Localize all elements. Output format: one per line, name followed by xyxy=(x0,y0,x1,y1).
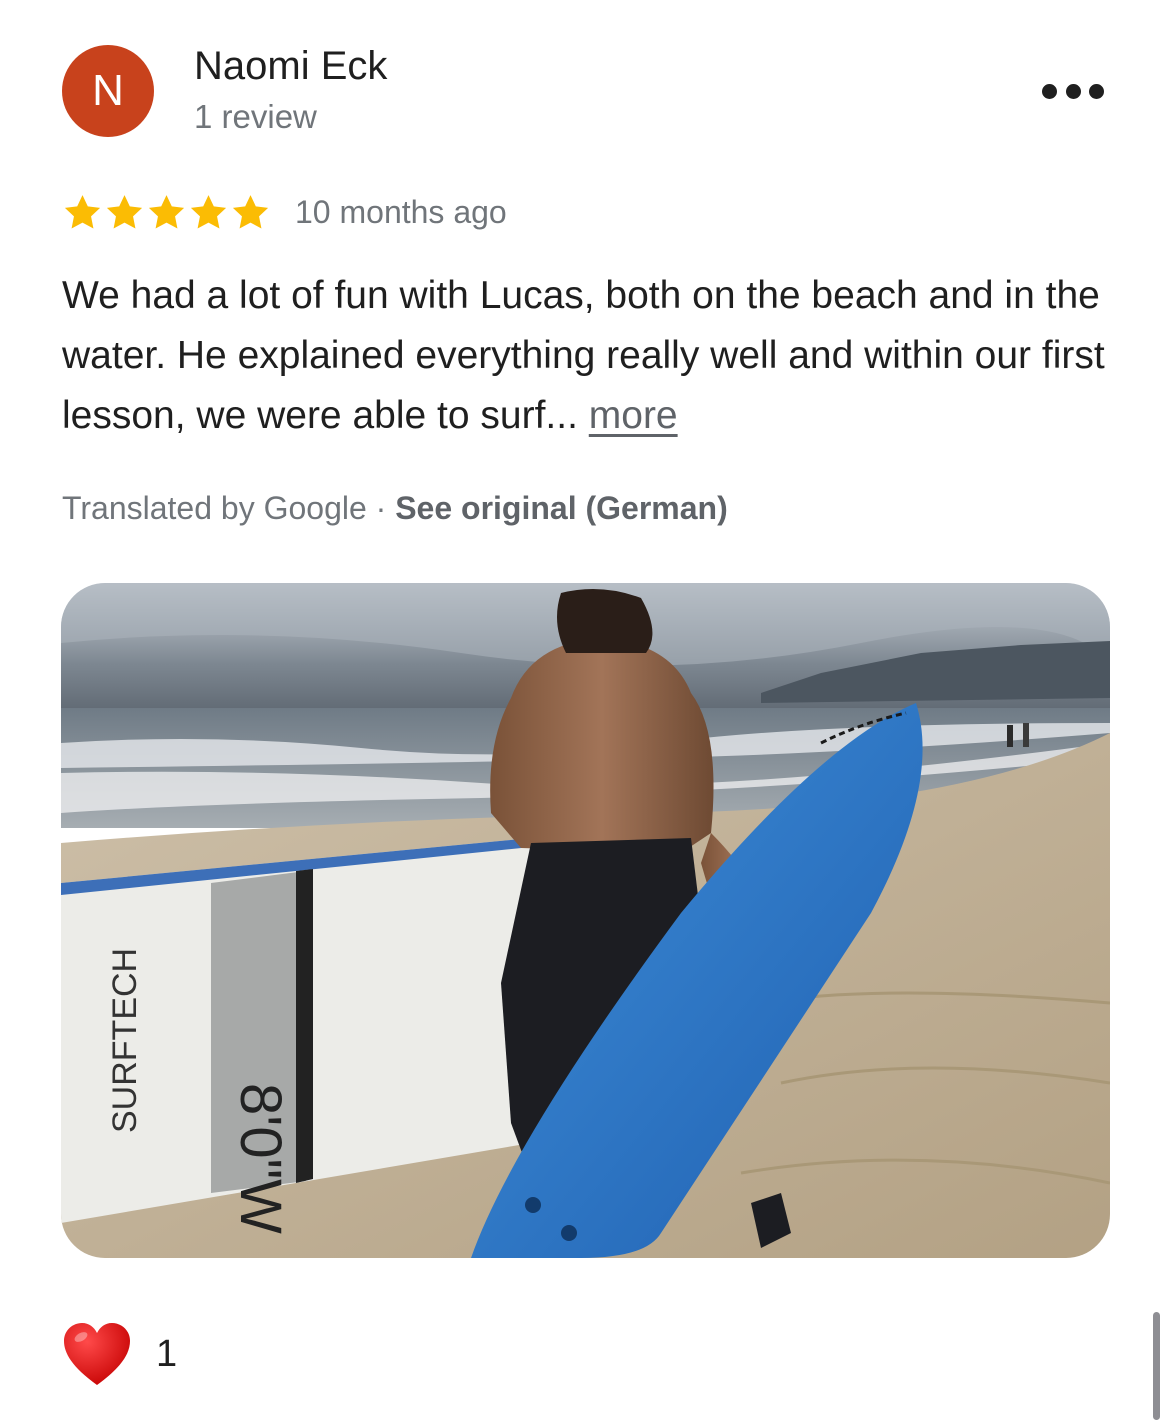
more-link[interactable]: more xyxy=(589,394,678,437)
star-icon xyxy=(64,195,101,229)
star-icon xyxy=(106,195,143,229)
like-count: 1 xyxy=(156,1332,178,1375)
heart-icon[interactable] xyxy=(62,1321,132,1387)
star-icon xyxy=(232,195,269,229)
star-icon xyxy=(190,195,227,229)
translation-note: Translated by Google · See original (Ger… xyxy=(62,490,728,527)
review-time: 10 months ago xyxy=(295,194,507,230)
reaction-row: 1 xyxy=(62,1318,177,1390)
review-text: We had a lot of fun with Lucas, both on … xyxy=(62,266,1122,446)
board-size: 8'0"W xyxy=(228,1083,293,1234)
translated-by-label: Translated by Google · xyxy=(62,490,396,526)
star-icon xyxy=(148,195,185,229)
avatar[interactable]: N xyxy=(62,45,154,137)
review-body: We had a lot of fun with Lucas, both on … xyxy=(62,274,1105,437)
scrollbar[interactable] xyxy=(1153,1312,1160,1420)
beach-surfer-photo: SURFTECH 8'0"W xyxy=(61,583,1110,1258)
board-brand: SURFTECH xyxy=(106,948,144,1133)
more-options-icon[interactable] xyxy=(1042,76,1104,106)
review-photo[interactable]: SURFTECH 8'0"W xyxy=(61,583,1110,1258)
author-review-count: 1 review xyxy=(194,98,317,135)
avatar-initial: N xyxy=(92,66,124,115)
star-rating xyxy=(62,192,271,236)
author-name[interactable]: Naomi Eck xyxy=(194,44,387,89)
see-original-link[interactable]: See original (German) xyxy=(395,490,728,526)
